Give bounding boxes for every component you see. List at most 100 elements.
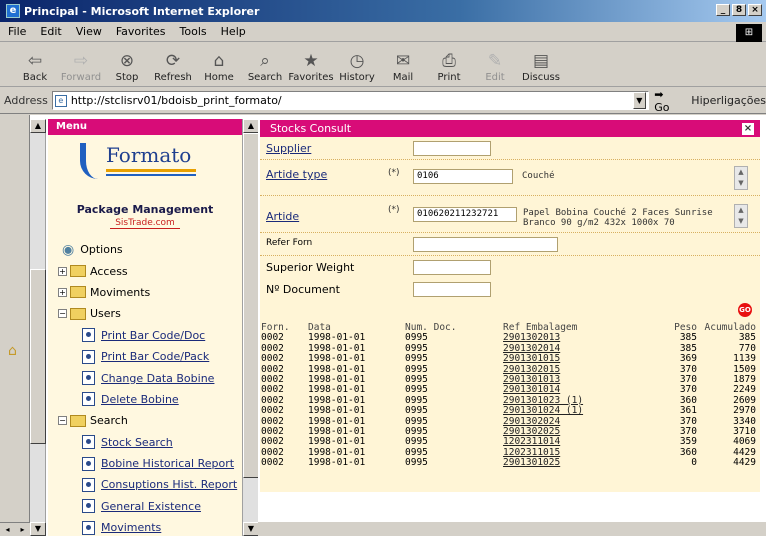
discuss-button[interactable]: ▤ Discuss bbox=[518, 50, 564, 83]
menu-item-delete-bobine[interactable]: Delete Bobine bbox=[48, 389, 242, 410]
scroll-down-arrow-icon[interactable]: ▼ bbox=[30, 522, 46, 536]
address-url: http://stclisrv01/bdoisb_print_formato/ bbox=[70, 94, 282, 107]
refer-forn-input[interactable] bbox=[413, 237, 558, 252]
menu-item-moviments[interactable]: Moviments bbox=[48, 517, 242, 536]
menu-view[interactable]: View bbox=[76, 25, 102, 38]
menu-item-label[interactable]: Consuptions Hist. Report bbox=[101, 478, 237, 491]
menu-item-print-bar-code-pack[interactable]: Print Bar Code/Pack bbox=[48, 346, 242, 367]
table-row: 0002 1998-01-01 0995 2901301015 369 1139 bbox=[260, 353, 760, 364]
mail-button[interactable]: ✉ Mail bbox=[380, 50, 426, 83]
article-type-row: Artide type (*) 0106 Couché ▲ ▼ bbox=[260, 160, 760, 196]
menu-item-label[interactable]: Print Bar Code/Pack bbox=[101, 350, 209, 363]
supplier-input[interactable] bbox=[413, 141, 491, 156]
standard-toolbar: ⇦ Back ⇨ Forward ⊗ Stop ⟳ Refresh ⌂ Home ⌕ Search ★ F… bbox=[0, 43, 766, 87]
menu-file[interactable]: File bbox=[8, 25, 26, 38]
required-marker: (*) bbox=[388, 168, 400, 178]
go-button[interactable]: ➡ Go bbox=[654, 88, 681, 114]
menu-item-options[interactable]: ◉ Options bbox=[48, 239, 242, 260]
explorer-hscroll[interactable]: ◂ ▸ bbox=[0, 522, 30, 536]
mail-icon: ✉ bbox=[395, 51, 411, 71]
menu-tools[interactable]: Tools bbox=[180, 25, 207, 38]
menu-item-general-existence[interactable]: General Existence bbox=[48, 496, 242, 517]
lock-icon: ⌂ bbox=[8, 343, 17, 359]
table-row: 0002 1998-01-01 0995 2901301025 0 4429 bbox=[260, 457, 760, 469]
menu-item-label[interactable]: Delete Bobine bbox=[101, 393, 179, 406]
menu-item-label: Options bbox=[80, 243, 123, 257]
scroll-up-arrow-icon[interactable]: ▲ bbox=[243, 119, 259, 133]
minimize-button[interactable]: _ bbox=[716, 4, 730, 16]
menu-item-change-data-bobine[interactable]: Change Data Bobine bbox=[48, 367, 242, 388]
home-button[interactable]: ⌂ Home bbox=[196, 50, 242, 83]
menu-frame-scrollbar[interactable]: ▲ ▼ bbox=[242, 119, 259, 536]
menu-item-label[interactable]: Change Data Bobine bbox=[101, 372, 214, 385]
menu-item-label[interactable]: Moviments bbox=[101, 521, 161, 534]
table-cell: 1998-01-01 bbox=[308, 405, 366, 417]
stop-button[interactable]: ⊗ Stop bbox=[104, 50, 150, 83]
scroll-up-arrow-icon[interactable]: ▲ bbox=[30, 119, 46, 133]
search-button[interactable]: ⌕ Search bbox=[242, 50, 288, 83]
sistrade-link[interactable]: SisTrade.com bbox=[110, 218, 180, 229]
article-spinner[interactable]: ▲ ▼ bbox=[734, 204, 748, 228]
refresh-button[interactable]: ⟳ Refresh bbox=[150, 50, 196, 83]
main-frame-hscroll[interactable] bbox=[258, 522, 766, 536]
menu-item-consuptions-hist-report[interactable]: Consuptions Hist. Report bbox=[48, 474, 242, 495]
menu-item-bobine-historical-report[interactable]: Bobine Historical Report bbox=[48, 453, 242, 474]
toolbar-button-label: Favorites bbox=[288, 72, 334, 83]
menu-item-label[interactable]: Stock Search bbox=[101, 436, 173, 449]
scroll-thumb[interactable] bbox=[30, 269, 46, 444]
superior-weight-input[interactable] bbox=[413, 260, 491, 275]
history-button[interactable]: ◷ History bbox=[334, 50, 380, 83]
article-type-label[interactable]: Artide type bbox=[266, 168, 327, 181]
menu-item-stock-search[interactable]: Stock Search bbox=[48, 432, 242, 453]
menu-item-access[interactable]: + Access bbox=[48, 260, 242, 281]
ref-embalagem-link[interactable]: 2901301024 (1) bbox=[503, 405, 583, 416]
go-search-icon[interactable]: GO bbox=[738, 303, 752, 317]
collapse-icon[interactable]: − bbox=[58, 416, 67, 426]
menu-item-search[interactable]: − Search bbox=[48, 410, 242, 431]
main-frame: Stocks Consult × Supplier Artide type (*… bbox=[258, 115, 766, 536]
menu-item-print-bar-code-doc[interactable]: Print Bar Code/Doc bbox=[48, 325, 242, 346]
article-input[interactable]: 010620211232721 bbox=[413, 207, 517, 222]
menu-item-moviments[interactable]: + Moviments bbox=[48, 282, 242, 303]
toolbar-button-label: Home bbox=[204, 72, 234, 83]
explorer-bar: ⌂ ◂ ▸ bbox=[0, 115, 30, 536]
favorites-button[interactable]: ★ Favorites bbox=[288, 50, 334, 83]
menu-item-label[interactable]: General Existence bbox=[101, 500, 201, 513]
favorites-icon: ★ bbox=[303, 51, 319, 71]
expand-icon[interactable]: + bbox=[58, 287, 67, 297]
scroll-thumb[interactable] bbox=[243, 133, 259, 478]
article-label[interactable]: Artide bbox=[266, 210, 299, 223]
article-type-spinner[interactable]: ▲ ▼ bbox=[734, 166, 748, 190]
menu-help[interactable]: Help bbox=[221, 25, 246, 38]
table-cell: 0 bbox=[691, 457, 697, 469]
close-icon[interactable]: × bbox=[742, 123, 754, 135]
menu-frame-left-scrollbar[interactable]: ▲ ▼ bbox=[30, 119, 46, 536]
expand-icon[interactable]: + bbox=[58, 266, 67, 276]
edit-button[interactable]: ✎ Edit bbox=[472, 50, 518, 83]
history-icon: ◷ bbox=[349, 51, 365, 71]
menu-favorites[interactable]: Favorites bbox=[116, 25, 166, 38]
refresh-icon: ⟳ bbox=[165, 51, 181, 71]
address-input[interactable]: e http://stclisrv01/bdoisb_print_formato… bbox=[51, 91, 649, 110]
menu-item-label[interactable]: Print Bar Code/Doc bbox=[101, 329, 205, 342]
collapse-icon[interactable]: − bbox=[58, 309, 67, 319]
scroll-down-arrow-icon[interactable]: ▼ bbox=[243, 522, 259, 536]
menu-item-label: Users bbox=[90, 307, 121, 321]
table-cell: 361 bbox=[679, 405, 697, 417]
ref-embalagem-link[interactable]: 2901301025 bbox=[503, 457, 560, 468]
forward-button[interactable]: ⇨ Forward bbox=[58, 50, 104, 83]
back-button[interactable]: ⇦ Back bbox=[12, 50, 58, 83]
menu-edit[interactable]: Edit bbox=[40, 25, 61, 38]
folder-icon bbox=[70, 286, 86, 299]
table-cell: 0995 bbox=[405, 405, 428, 417]
close-button[interactable]: × bbox=[748, 4, 762, 16]
supplier-label[interactable]: Supplier bbox=[266, 142, 311, 155]
links-button[interactable]: Hiperligações bbox=[691, 94, 766, 107]
document-input[interactable] bbox=[413, 282, 491, 297]
menu-item-label[interactable]: Bobine Historical Report bbox=[101, 457, 234, 470]
article-type-input[interactable]: 0106 bbox=[413, 169, 513, 184]
address-dropdown-icon[interactable]: ▼ bbox=[632, 92, 647, 109]
print-button[interactable]: ⎙ Print bbox=[426, 50, 472, 83]
menu-item-users[interactable]: − Users bbox=[48, 303, 242, 324]
restore-button[interactable]: 8 bbox=[732, 4, 746, 16]
